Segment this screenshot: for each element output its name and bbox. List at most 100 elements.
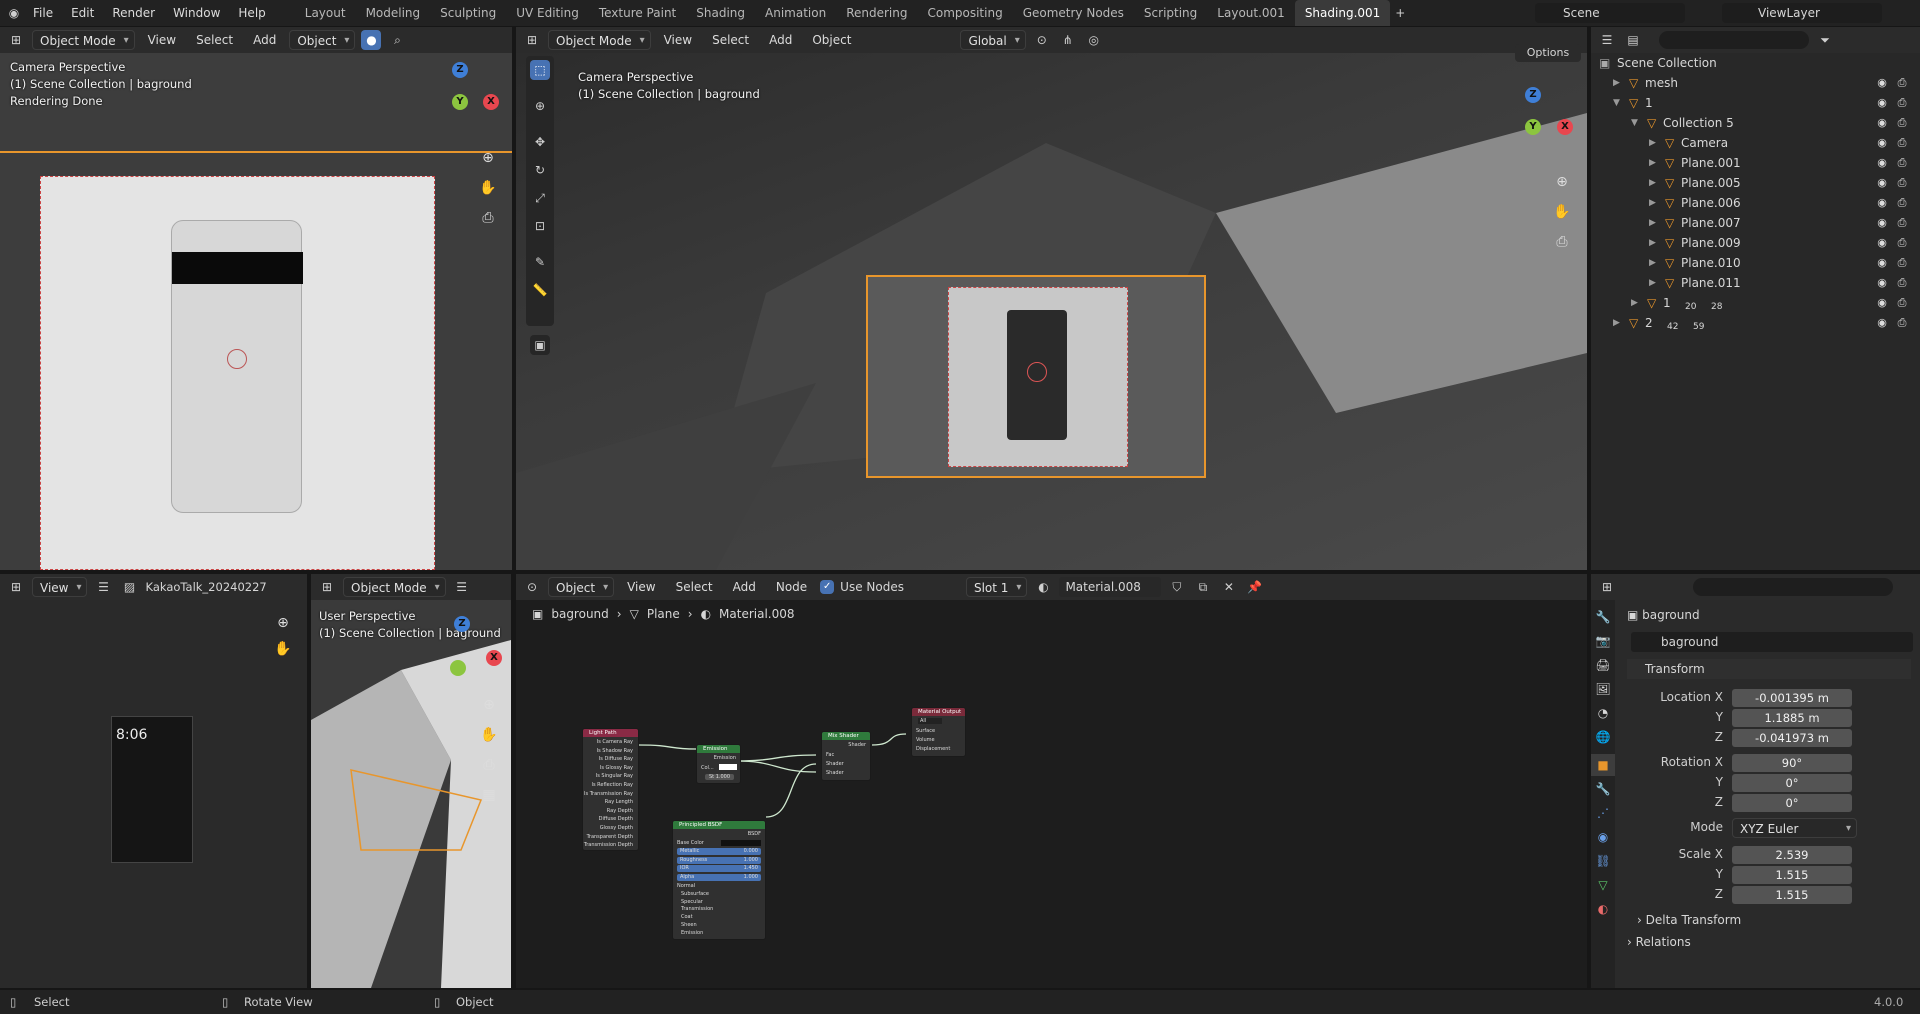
scale-y-field[interactable]: 1.515: [1732, 866, 1852, 884]
main-menu-object[interactable]: Object: [805, 30, 858, 50]
user-zoom-icon[interactable]: ⊕: [476, 692, 502, 718]
main-gizmo-y[interactable]: Y: [1525, 119, 1541, 135]
expand-right-icon[interactable]: ▶: [1649, 173, 1656, 193]
visibility-eye-icon[interactable]: ◉: [1875, 136, 1889, 150]
principled-bsdf-node[interactable]: Principled BSDF BSDF Base Color Metallic…: [672, 820, 766, 940]
select-tool-icon[interactable]: ⬚: [530, 60, 550, 80]
main-zoom-icon[interactable]: ⊕: [1549, 169, 1575, 195]
outliner-row[interactable]: ▼ ▽ 1 ◉ ⎙: [1591, 93, 1920, 113]
proportional-edit-icon[interactable]: ◎: [1084, 30, 1104, 50]
visibility-eye-icon[interactable]: ◉: [1875, 196, 1889, 210]
tab-layout-001[interactable]: Layout.001: [1207, 0, 1295, 26]
visibility-eye-icon[interactable]: ◉: [1875, 316, 1889, 330]
material-output-node[interactable]: Material Output All Surface Volume Displ…: [911, 707, 966, 757]
main-gizmo-z[interactable]: Z: [1525, 87, 1541, 103]
shading-solid-icon[interactable]: ●: [361, 30, 382, 50]
pivot-icon[interactable]: ⊙: [1032, 30, 1052, 50]
render-camera-icon[interactable]: ⎙: [1895, 216, 1909, 230]
principled-field[interactable]: Roughness 1.000: [677, 856, 761, 864]
visibility-eye-icon[interactable]: ◉: [1875, 276, 1889, 290]
principled-section[interactable]: Sheen: [681, 922, 697, 928]
tab-layout[interactable]: Layout: [295, 0, 356, 26]
transform-panel-header[interactable]: Transform: [1627, 659, 1911, 679]
transform-tool-icon[interactable]: ⊡: [530, 216, 550, 236]
tab-shading-001[interactable]: Shading.001: [1294, 0, 1391, 26]
tab-compositing[interactable]: Compositing: [917, 0, 1012, 26]
outliner-row[interactable]: ▶ ▽ Plane.001 ◉ ⎙: [1591, 153, 1920, 173]
rotation-z-field[interactable]: 0°: [1732, 794, 1852, 812]
outliner-row[interactable]: ▶ ▽ Camera ◉ ⎙: [1591, 133, 1920, 153]
move-tool-icon[interactable]: ✥: [530, 132, 550, 152]
principled-section[interactable]: Coat: [681, 914, 693, 920]
tab-animation[interactable]: Animation: [755, 0, 836, 26]
menu-render[interactable]: Render: [103, 0, 164, 26]
user-pan-icon[interactable]: ✋: [476, 722, 502, 748]
menu-window[interactable]: Window: [164, 0, 229, 26]
render-camera-icon[interactable]: ⎙: [1895, 316, 1909, 330]
expand-right-icon[interactable]: ▶: [1613, 313, 1620, 333]
main-editor-type-icon[interactable]: ⊞: [522, 30, 542, 50]
render-camera-icon[interactable]: ⎙: [1895, 176, 1909, 190]
view-layer-tab-icon[interactable]: 🖼: [1591, 678, 1615, 700]
user-gizmo-y[interactable]: [450, 660, 466, 676]
constraints-tab-icon[interactable]: ⛓: [1591, 850, 1615, 872]
tab-rendering[interactable]: Rendering: [836, 0, 917, 26]
output-tab-icon[interactable]: 🖨: [1591, 654, 1615, 676]
cursor-tool-icon[interactable]: ⊕: [530, 96, 550, 116]
relations-panel[interactable]: › Relations: [1627, 935, 1691, 949]
principled-section[interactable]: Subsurface: [681, 891, 709, 897]
display-mode-icon[interactable]: ▤: [1623, 30, 1643, 50]
emission-strength-field[interactable]: St 1.000: [705, 774, 735, 780]
outliner-row[interactable]: ▶ ▽ Plane.010 ◉ ⎙: [1591, 253, 1920, 273]
data-tab-icon[interactable]: ▽: [1591, 874, 1615, 896]
camera-menu-object[interactable]: Object: [289, 30, 356, 51]
main-menu-view[interactable]: View: [657, 30, 699, 50]
expand-right-icon[interactable]: ▶: [1649, 273, 1656, 293]
add-workspace-icon[interactable]: +: [1390, 3, 1410, 23]
render-camera-icon[interactable]: ⎙: [1895, 276, 1909, 290]
snap-icon[interactable]: ⋔: [1058, 30, 1078, 50]
principled-section[interactable]: Emission: [681, 930, 703, 936]
visibility-eye-icon[interactable]: ◉: [1875, 256, 1889, 270]
tab-geometry-nodes[interactable]: Geometry Nodes: [1013, 0, 1134, 26]
render-camera-icon[interactable]: ⎙: [1895, 196, 1909, 210]
principled-section[interactable]: Transmission: [681, 906, 713, 912]
image-zoom-icon[interactable]: ⊕: [270, 610, 296, 636]
object-name-field[interactable]: baground: [1631, 632, 1913, 652]
user-camera-icon[interactable]: ⎙: [476, 752, 502, 778]
expand-down-icon[interactable]: ▼: [1613, 93, 1620, 113]
emission-node[interactable]: Emission Emission Col... St 1.000: [696, 744, 741, 784]
render-camera-icon[interactable]: ⎙: [1895, 236, 1909, 250]
visibility-eye-icon[interactable]: ◉: [1875, 296, 1889, 310]
rotate-tool-icon[interactable]: ↻: [530, 160, 550, 180]
user-hamburger-icon[interactable]: ☰: [452, 577, 472, 597]
scene-tab-icon[interactable]: ◔: [1591, 702, 1615, 724]
render-camera-icon[interactable]: ⎙: [1895, 116, 1909, 130]
mix-shader-node[interactable]: Mix Shader Shader Fac Shader Shader: [821, 731, 871, 781]
object-tab-icon[interactable]: ■: [1591, 754, 1615, 776]
add-cube-tool-icon[interactable]: ▣: [530, 335, 550, 355]
menu-file[interactable]: File: [24, 0, 62, 26]
physics-tab-icon[interactable]: ◉: [1591, 826, 1615, 848]
options-button[interactable]: Options: [1515, 44, 1581, 62]
camera-viewport[interactable]: ⊞ Object Mode View Select Add Object ● ⌕…: [0, 27, 512, 570]
render-camera-icon[interactable]: ⎙: [1895, 156, 1909, 170]
base-color-swatch[interactable]: [721, 840, 761, 846]
rotation-y-field[interactable]: 0°: [1732, 774, 1852, 792]
location-x-field[interactable]: -0.001395 m: [1732, 689, 1852, 707]
location-y-field[interactable]: 1.1885 m: [1732, 709, 1852, 727]
render-camera-icon[interactable]: ⎙: [1895, 96, 1909, 110]
camera-mode-dropdown[interactable]: Object Mode: [32, 30, 135, 51]
image-name-field[interactable]: KakaoTalk_20240227: [145, 580, 266, 594]
tab-scripting[interactable]: Scripting: [1134, 0, 1207, 26]
location-z-field[interactable]: -0.041973 m: [1732, 729, 1852, 747]
outliner[interactable]: ☰ ▤ ⏷ ▣ Scene Collection ▶ ▽ mesh ◉ ⎙ ▼ ▽ 1 ◉ ⎙ ▼ ▽…: [1591, 27, 1920, 570]
editor-type-icon[interactable]: ⊞: [6, 30, 26, 50]
menu-edit[interactable]: Edit: [62, 0, 103, 26]
light-path-node[interactable]: Light Path Is Camera Ray Is Shadow Ray Is …: [582, 728, 639, 851]
expand-down-icon[interactable]: ▼: [1631, 113, 1638, 133]
main-pan-hand-icon[interactable]: ✋: [1549, 199, 1575, 225]
image-editor-type-icon[interactable]: ⊞: [6, 577, 26, 597]
image-editor[interactable]: ⊞ View ☰ ▨ KakaoTalk_20240227 8:06 ⊕ ✋: [0, 574, 307, 988]
principled-field[interactable]: Metallic 0.000: [677, 848, 761, 855]
